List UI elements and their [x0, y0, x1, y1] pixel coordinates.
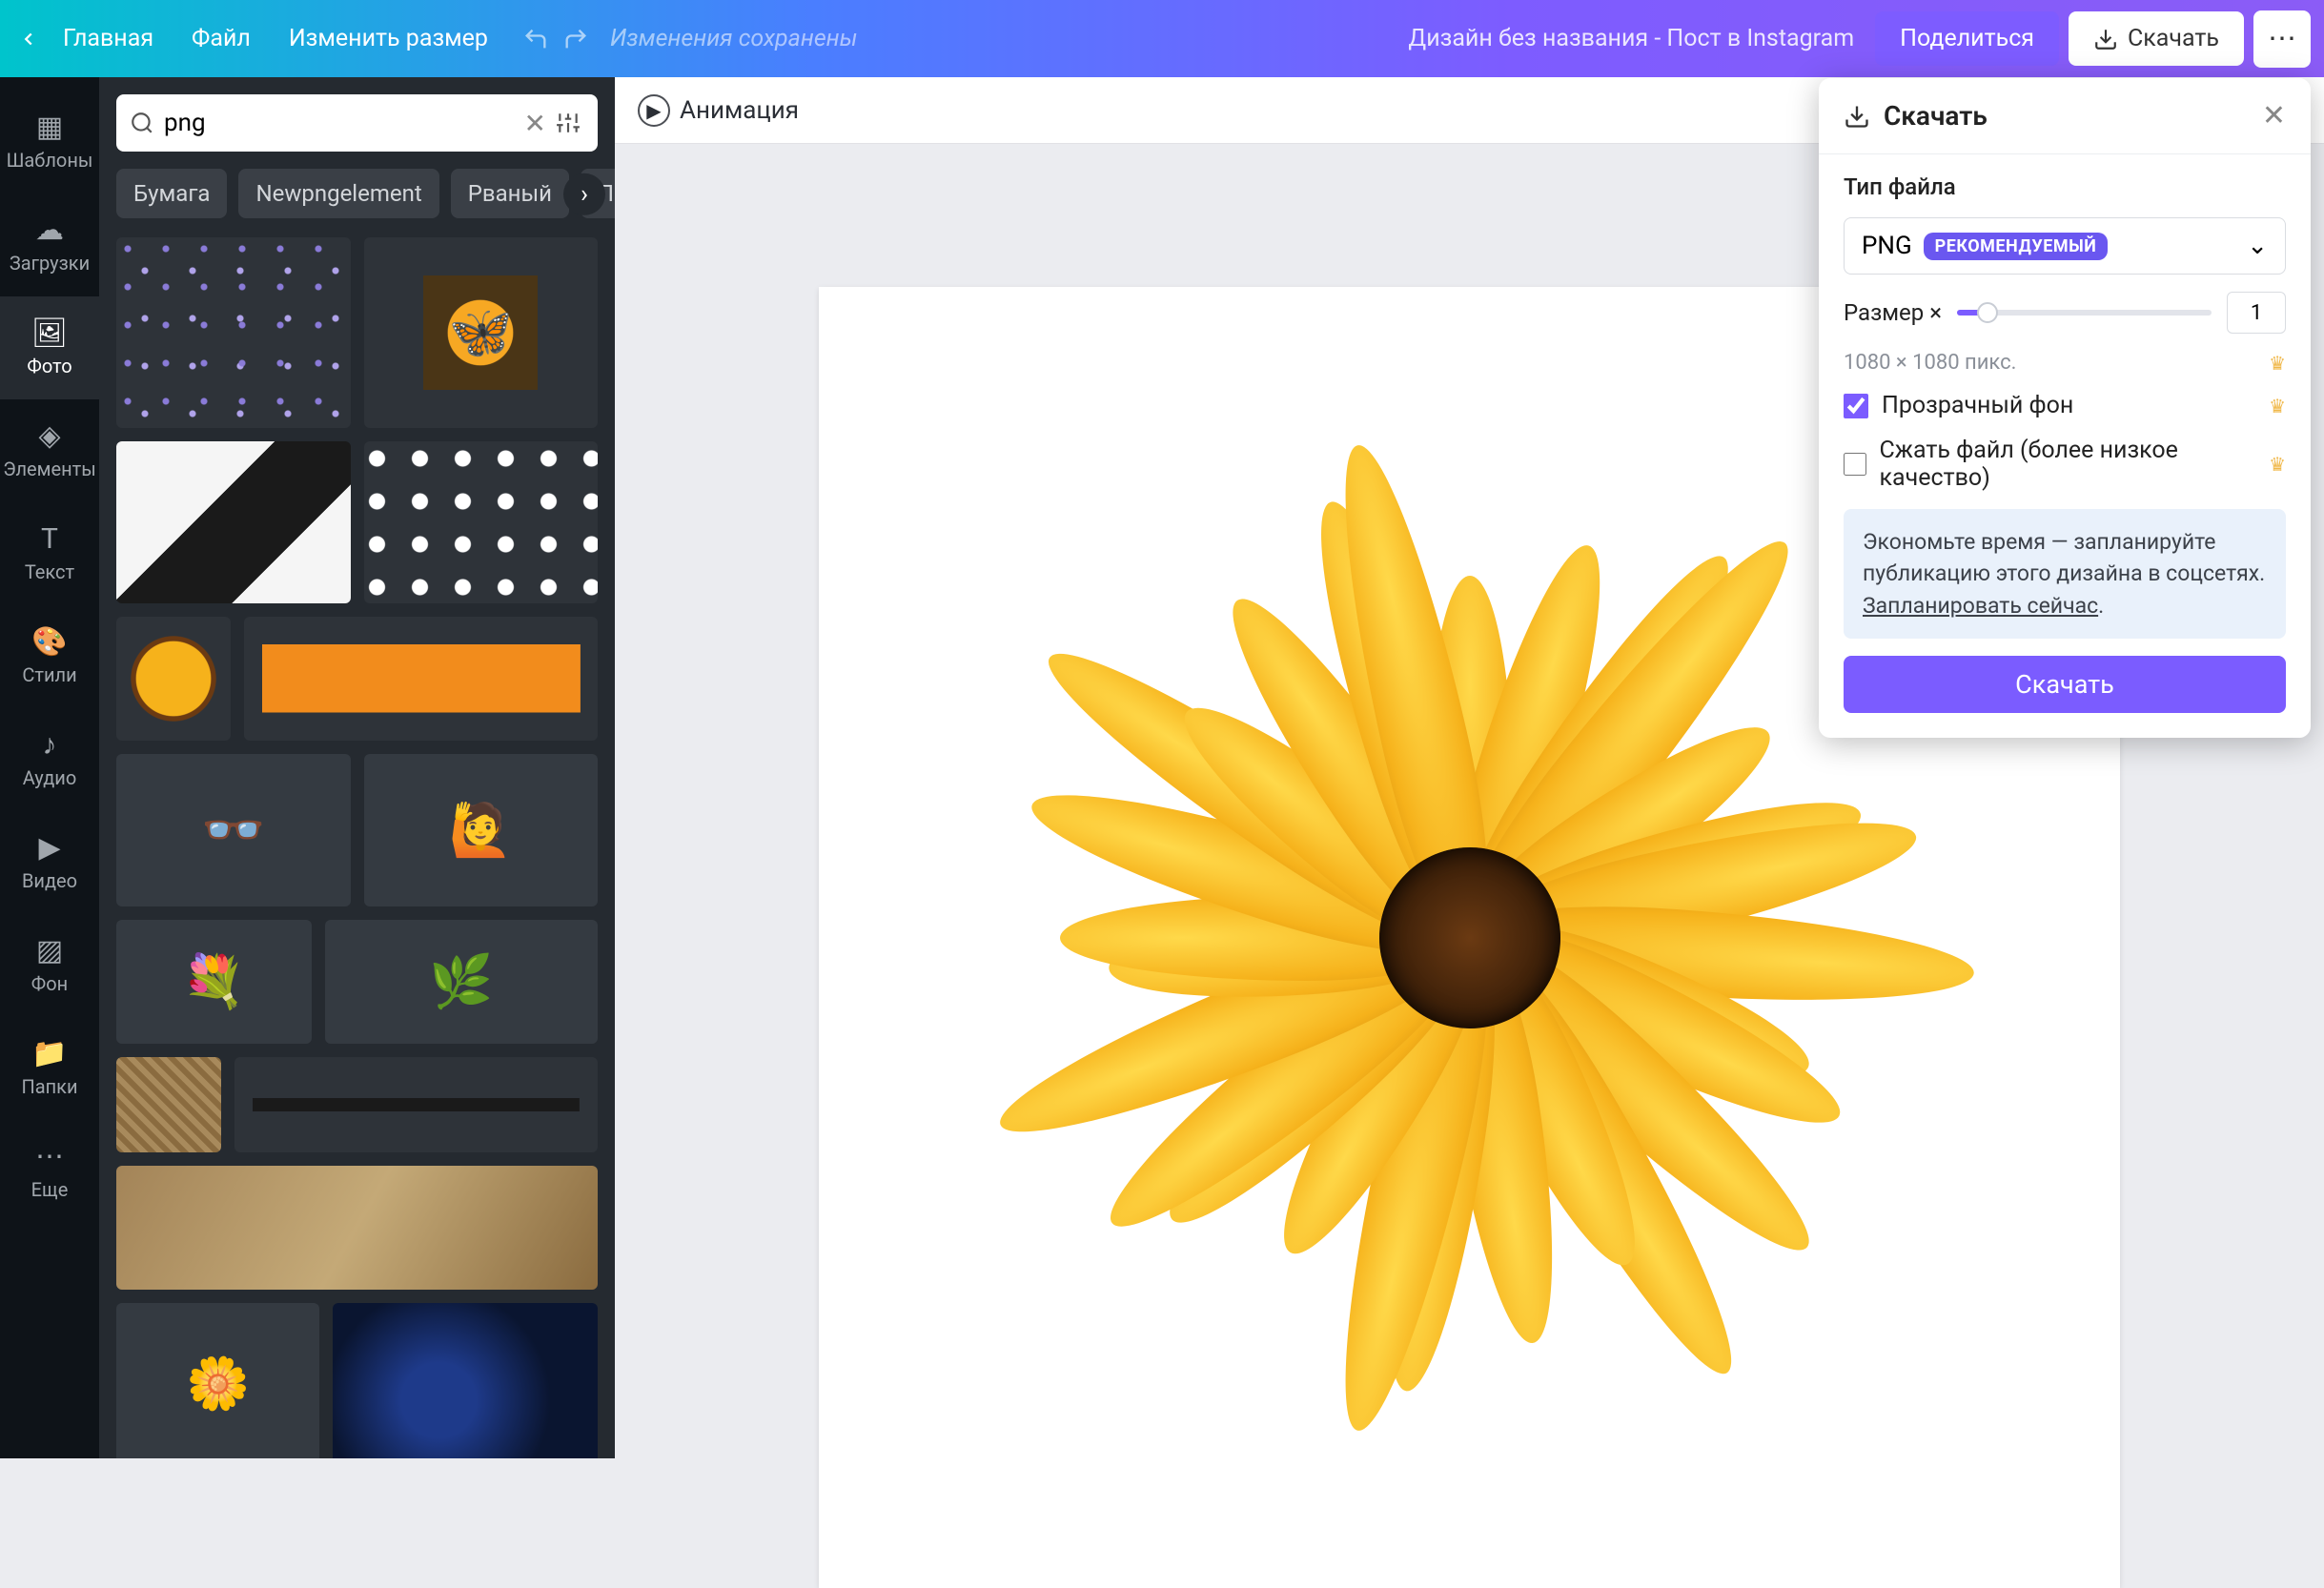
crown-icon: ♛: [2269, 352, 2286, 375]
chip[interactable]: Newpngelement: [238, 169, 438, 218]
nav-styles[interactable]: 🎨Стили: [0, 605, 99, 708]
nav-text[interactable]: TТекст: [0, 502, 99, 605]
popover-title: Скачать: [1884, 100, 1988, 132]
nav-templates[interactable]: ▦Шаблоны: [0, 91, 99, 193]
photo-thumb[interactable]: 💐: [116, 920, 312, 1044]
photo-thumb[interactable]: [116, 1166, 598, 1290]
size-input[interactable]: [2227, 292, 2286, 334]
photo-thumb[interactable]: 🦋: [364, 237, 599, 428]
nav-photos[interactable]: 🖼Фото: [0, 296, 99, 399]
photo-thumb[interactable]: 🌼: [116, 1303, 319, 1458]
background-icon: ▨: [36, 937, 63, 966]
more-button[interactable]: ⋯: [2253, 10, 2311, 68]
recommended-badge: РЕКОМЕНДУЕМЫЙ: [1924, 233, 2109, 260]
animation-button[interactable]: ▶ Анимация: [638, 94, 799, 127]
filetype-select[interactable]: PNG РЕКОМЕНДУЕМЫЙ ⌄: [1844, 217, 2286, 275]
transparent-bg-checkbox[interactable]: [1844, 394, 1868, 418]
nav-uploads[interactable]: ☁Загрузки: [0, 193, 99, 296]
back-button[interactable]: [13, 24, 44, 54]
transparent-bg-row[interactable]: Прозрачный фон ♛: [1844, 392, 2286, 419]
photo-thumb[interactable]: [116, 1057, 221, 1152]
styles-icon: 🎨: [31, 628, 67, 657]
download-popover: Скачать ✕ Тип файла PNG РЕКОМЕНДУЕМЫЙ ⌄ …: [1819, 78, 2311, 738]
size-slider[interactable]: [1957, 310, 2212, 316]
photo-thumb[interactable]: [116, 441, 351, 603]
photo-thumb[interactable]: [116, 237, 351, 428]
filter-button[interactable]: [556, 111, 584, 135]
photos-icon: 🖼: [31, 319, 68, 348]
elements-icon: ◈: [38, 422, 60, 451]
close-popover-button[interactable]: ✕: [2262, 99, 2286, 132]
compress-checkbox[interactable]: [1844, 452, 1866, 477]
audio-icon: ♪: [43, 731, 57, 760]
photo-thumb[interactable]: 👓: [116, 754, 351, 906]
crown-icon: ♛: [2269, 395, 2286, 417]
menu-home[interactable]: Главная: [44, 15, 173, 62]
photo-thumb[interactable]: [364, 441, 599, 603]
download-button[interactable]: Скачать: [1844, 656, 2286, 713]
download-top-label: Скачать: [2128, 25, 2219, 52]
nav-rail: ▦Шаблоны ☁Загрузки 🖼Фото ◈Элементы TТекс…: [0, 77, 99, 1458]
folders-icon: 📁: [31, 1040, 67, 1069]
search-box[interactable]: ✕: [116, 94, 598, 152]
photo-thumb[interactable]: 🙋: [364, 754, 599, 906]
chip[interactable]: Рваный: [451, 169, 569, 218]
photo-thumb[interactable]: [244, 617, 598, 741]
photo-thumb[interactable]: [234, 1057, 598, 1152]
flower-image[interactable]: [993, 461, 1947, 1415]
video-icon: ▶: [38, 834, 60, 863]
photo-thumb[interactable]: [116, 617, 231, 741]
chips-scroll-right[interactable]: ›: [563, 173, 605, 215]
photo-results: 🦋 👓 🙋 💐 🌿: [99, 232, 615, 1458]
animation-icon: ▶: [638, 94, 670, 127]
more-icon: ⋯: [35, 1143, 64, 1171]
chip-row: Бумага Newpngelement Рваный Ле ›: [99, 161, 615, 232]
undo-button[interactable]: [519, 22, 553, 56]
menu-resize[interactable]: Изменить размер: [270, 15, 507, 62]
chevron-down-icon: ⌄: [2247, 232, 2268, 260]
save-status: Изменения сохранены: [610, 25, 858, 52]
chip[interactable]: Бумага: [116, 169, 227, 218]
size-label: Размер ×: [1844, 299, 1942, 326]
clear-search-button[interactable]: ✕: [524, 108, 546, 139]
compress-row[interactable]: Сжать файл (более низкое качество) ♛: [1844, 437, 2286, 492]
uploads-icon: ☁: [35, 216, 64, 245]
filetype-label: Тип файла: [1844, 173, 2286, 200]
schedule-tip: Экономьте время — запланируйте публикаци…: [1844, 509, 2286, 639]
share-button[interactable]: Поделиться: [1875, 11, 2059, 66]
photo-thumb[interactable]: [333, 1303, 598, 1458]
templates-icon: ▦: [36, 113, 63, 142]
topbar: Главная Файл Изменить размер Изменения с…: [0, 0, 2324, 77]
side-panel: ✕ Бумага Newpngelement Рваный Ле › 🦋: [99, 77, 615, 1458]
nav-elements[interactable]: ◈Элементы: [0, 399, 99, 502]
photo-thumb[interactable]: 🌿: [325, 920, 598, 1044]
schedule-link[interactable]: Запланировать сейчас: [1863, 593, 2098, 619]
sliders-icon: [556, 111, 581, 135]
nav-background[interactable]: ▨Фон: [0, 914, 99, 1017]
redo-button[interactable]: [559, 22, 593, 56]
document-name[interactable]: Дизайн без названия - Пост в Instagram: [1408, 25, 1854, 52]
text-icon: T: [41, 525, 58, 554]
nav-audio[interactable]: ♪Аудио: [0, 708, 99, 811]
nav-folders[interactable]: 📁Папки: [0, 1017, 99, 1120]
nav-video[interactable]: ▶Видео: [0, 811, 99, 914]
nav-more[interactable]: ⋯Еще: [0, 1120, 99, 1223]
crown-icon: ♛: [2269, 453, 2286, 476]
search-input[interactable]: [164, 109, 515, 137]
dimensions-text: 1080 × 1080 пикс.: [1844, 351, 2016, 375]
menu-file[interactable]: Файл: [173, 15, 270, 62]
download-icon: [1844, 103, 1870, 130]
search-icon: [130, 111, 154, 135]
download-top-button[interactable]: Скачать: [2069, 11, 2244, 66]
